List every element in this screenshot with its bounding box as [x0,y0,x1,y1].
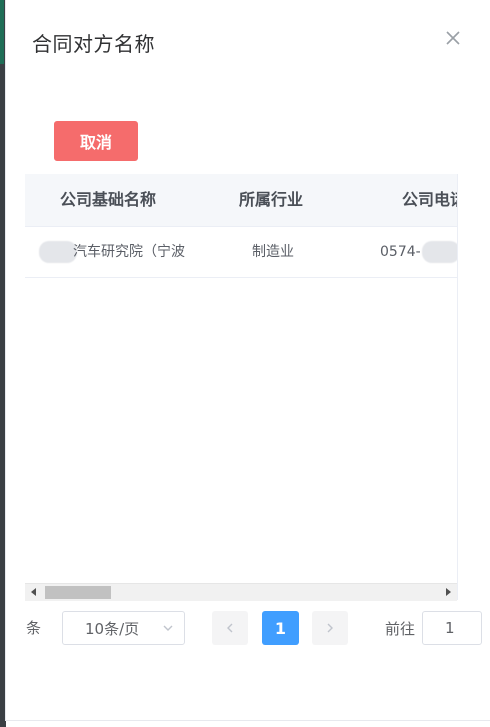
goto-page-input[interactable] [422,611,482,645]
chevron-down-icon [162,622,174,634]
page-size-value: 10条/页 [85,619,140,638]
cell-company-name: 汽车研究院（宁波 [73,244,185,260]
close-icon[interactable] [443,28,463,48]
prev-page-button[interactable] [212,611,248,645]
cell-phone: 0574- [380,244,421,260]
pagination-total-suffix: 条 [26,619,42,637]
goto-label: 前往 [385,620,416,638]
pagination: 条 10条/页 1 前往 [0,609,490,647]
cancel-button[interactable]: 取消 [54,121,138,161]
column-header-company-name[interactable]: 公司基础名称 [60,174,156,226]
next-page-button[interactable] [312,611,348,645]
scroll-left-icon[interactable] [31,588,36,596]
cell-industry: 制造业 [252,244,294,260]
scrollbar-thumb[interactable] [45,586,111,599]
redaction [422,241,457,263]
company-table: 公司基础名称 所属行业 公司电话 汽车研究院（宁波 制造业 0574- [25,174,458,600]
table-header: 公司基础名称 所属行业 公司电话 [25,174,457,227]
backdrop-accent [0,0,4,64]
page-size-select[interactable]: 10条/页 [62,611,185,645]
current-page-button[interactable]: 1 [262,611,299,645]
dialog-title: 合同对方名称 [32,32,155,56]
redaction [39,241,77,263]
column-header-industry[interactable]: 所属行业 [239,174,303,226]
horizontal-scrollbar[interactable] [25,583,457,601]
chevron-right-icon [327,623,333,633]
column-header-phone[interactable]: 公司电话 [402,174,457,226]
chevron-left-icon [227,623,233,633]
table-row[interactable]: 汽车研究院（宁波 制造业 0574- [25,227,457,278]
scroll-right-icon[interactable] [446,588,451,596]
